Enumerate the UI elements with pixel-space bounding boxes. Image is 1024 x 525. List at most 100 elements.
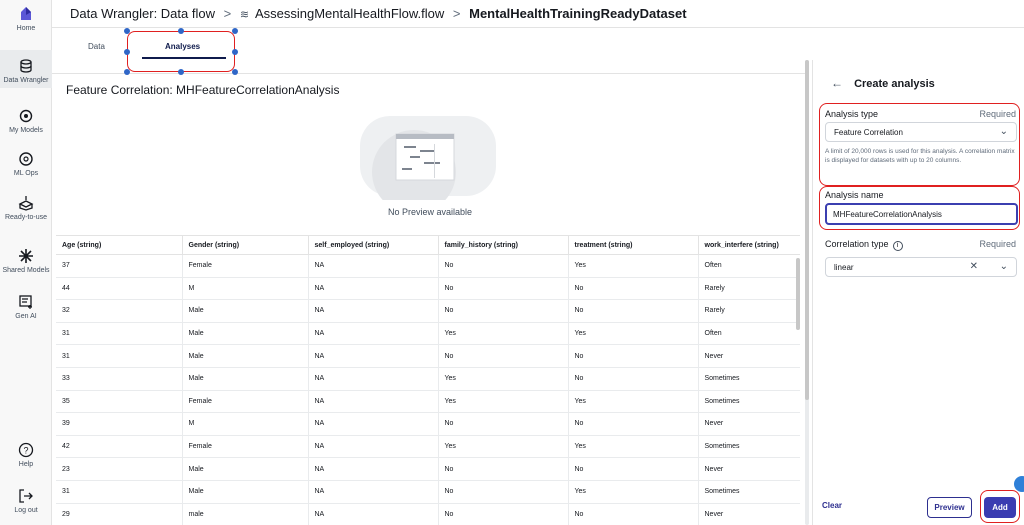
cell-family-history: No (438, 457, 569, 481)
cell-age: 39 (56, 412, 183, 436)
analysis-name-value: MHFeatureCorrelationAnalysis (833, 210, 942, 219)
analysis-help-text: A limit of 20,000 rows is used for this … (825, 148, 1015, 164)
nav-label-gen-ai: Gen AI (15, 313, 37, 320)
resize-handle (232, 69, 238, 75)
tab-data[interactable]: Data (88, 42, 105, 51)
nav-item-data-wrangler[interactable]: Data Wrangler (0, 50, 52, 88)
nav-item-logout[interactable]: Log out (0, 488, 52, 514)
cell-age: 37 (56, 254, 183, 278)
cell-work-interfere: Never (698, 457, 800, 481)
cell-family-history: No (438, 480, 569, 504)
table-header-row: Age (string) Gender (string) self_employ… (56, 235, 800, 255)
nav-item-my-models[interactable]: My Models (0, 108, 52, 134)
cell-treatment: No (568, 344, 699, 368)
cell-family-history: No (438, 254, 569, 278)
table-row[interactable]: 31 Male NA No Yes Sometimes (56, 480, 800, 504)
cell-gender: Male (182, 322, 309, 346)
table-row[interactable]: 33 Male NA Yes No Sometimes (56, 367, 800, 391)
correlation-type-select[interactable]: linear ✕ ⌄ (825, 257, 1017, 277)
correlation-type-label: Correlation type i (825, 239, 903, 251)
breadcrumb-flow[interactable]: AssessingMentalHealthFlow.flow (255, 6, 444, 21)
cell-work-interfere: Rarely (698, 299, 800, 323)
table-row[interactable]: 37 Female NA No Yes Often (56, 254, 800, 278)
header-bar: Data Wrangler: Data flow > ≋ AssessingMe… (52, 0, 1024, 28)
column-header-gender[interactable]: Gender (string) (182, 235, 309, 255)
column-header-treatment[interactable]: treatment (string) (568, 235, 699, 255)
resize-handle (124, 49, 130, 55)
cell-treatment: Yes (568, 390, 699, 414)
resize-handle (178, 69, 184, 75)
table-row[interactable]: 44 M NA No No Rarely (56, 277, 800, 301)
cell-treatment: Yes (568, 254, 699, 278)
page-scrollbar-thumb[interactable] (805, 60, 809, 400)
info-icon[interactable]: i (892, 241, 903, 251)
cell-treatment: No (568, 299, 699, 323)
cell-gender: Male (182, 344, 309, 368)
chevron-down-icon: ⌄ (999, 126, 1008, 137)
table-row[interactable]: 29 male NA No No Never (56, 503, 800, 525)
add-button[interactable]: Add (984, 497, 1016, 518)
cell-self-employed: NA (308, 503, 439, 525)
table-body: 37 Female NA No Yes Often 44 M NA No No Rarely 32 Mal… (56, 254, 800, 525)
cell-gender: Male (182, 299, 309, 323)
cell-work-interfere: Sometimes (698, 367, 800, 391)
no-preview-message: No Preview available (387, 207, 473, 217)
breadcrumb: Data Wrangler: Data flow > ≋ AssessingMe… (70, 6, 687, 21)
cell-family-history: No (438, 412, 569, 436)
table-row[interactable]: 39 M NA No No Never (56, 412, 800, 436)
cell-family-history: Yes (438, 435, 569, 459)
cell-age: 32 (56, 299, 183, 323)
clear-button[interactable]: Clear (822, 501, 842, 510)
table-row[interactable]: 31 Male NA Yes Yes Often (56, 322, 800, 346)
cell-age: 33 (56, 367, 183, 391)
clear-selection-icon[interactable]: ✕ (970, 261, 978, 272)
nav-label-home: Home (16, 25, 36, 32)
analysis-title: Feature Correlation: MHFeatureCorrelatio… (66, 83, 340, 97)
nav-label-shared-models: Shared Models (2, 267, 50, 274)
column-header-work-interfere[interactable]: work_interfere (string) (698, 235, 800, 255)
cell-work-interfere: Often (698, 322, 800, 346)
breadcrumb-separator: > (452, 6, 461, 21)
analysis-type-required: Required (979, 109, 1016, 119)
table-row[interactable]: 32 Male NA No No Rarely (56, 299, 800, 323)
nav-item-ready-to-use[interactable]: Ready-to-use (0, 195, 52, 221)
back-arrow-icon[interactable]: ← (831, 76, 843, 90)
cell-self-employed: NA (308, 435, 439, 459)
data-table: Age (string) Gender (string) self_employ… (56, 235, 800, 525)
breadcrumb-section[interactable]: Data Wrangler: Data flow (70, 6, 215, 21)
cell-self-employed: NA (308, 457, 439, 481)
cell-self-employed: NA (308, 367, 439, 391)
table-row[interactable]: 35 Female NA Yes Yes Sometimes (56, 390, 800, 414)
nav-item-gen-ai[interactable]: Gen AI (0, 294, 52, 320)
analysis-name-input[interactable]: MHFeatureCorrelationAnalysis (825, 203, 1018, 225)
cell-self-employed: NA (308, 322, 439, 346)
cell-family-history: No (438, 277, 569, 301)
column-header-self-employed[interactable]: self_employed (string) (308, 235, 439, 255)
table-scrollbar[interactable] (796, 258, 800, 330)
chat-icon[interactable] (1014, 476, 1024, 492)
cell-treatment: Yes (568, 322, 699, 346)
cell-treatment: No (568, 277, 699, 301)
cell-gender: M (182, 277, 309, 301)
cell-self-employed: NA (308, 254, 439, 278)
preview-button[interactable]: Preview (927, 497, 972, 518)
no-preview-illustration (360, 116, 496, 200)
nav-item-home[interactable]: Home (0, 6, 52, 32)
table-row[interactable]: 23 Male NA No No Never (56, 457, 800, 481)
correlation-type-required: Required (979, 239, 1016, 249)
column-header-age[interactable]: Age (string) (56, 235, 183, 255)
cell-work-interfere: Sometimes (698, 480, 800, 504)
nav-item-help[interactable]: ? Help (0, 442, 52, 468)
nav-label-ready-to-use: Ready-to-use (4, 214, 48, 221)
nav-item-ml-ops[interactable]: ML Ops (0, 151, 52, 177)
nav-item-shared-models[interactable]: Shared Models (0, 248, 52, 274)
resize-handle (124, 69, 130, 75)
column-header-family-history[interactable]: family_history (string) (438, 235, 569, 255)
analysis-type-select[interactable]: Feature Correlation ⌄ (825, 122, 1017, 142)
cell-family-history: Yes (438, 322, 569, 346)
cell-self-employed: NA (308, 344, 439, 368)
analysis-type-value: Feature Correlation (834, 128, 903, 137)
table-row[interactable]: 42 Female NA Yes Yes Sometimes (56, 435, 800, 459)
cell-self-employed: NA (308, 299, 439, 323)
table-row[interactable]: 31 Male NA No No Never (56, 344, 800, 368)
